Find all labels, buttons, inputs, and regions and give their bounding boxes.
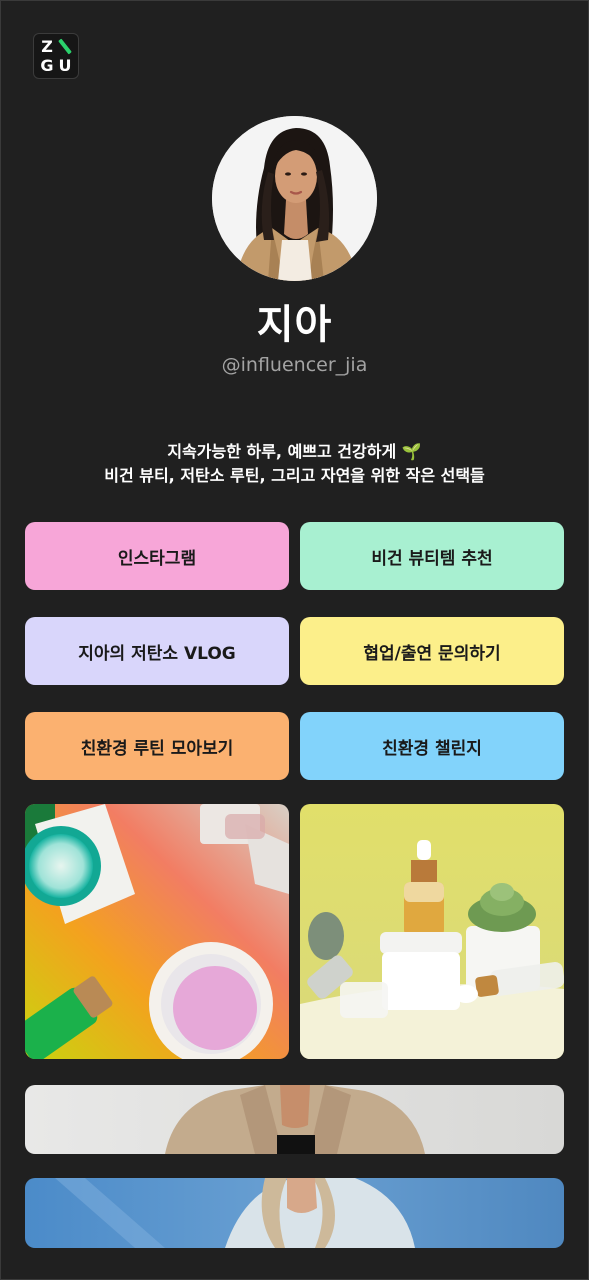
link-vegan-beauty-button[interactable]: 비건 뷰티템 추천	[300, 522, 564, 590]
image-banner-blue[interactable]	[25, 1178, 564, 1248]
image-tile-cosmetics-gradient[interactable]	[25, 804, 289, 1059]
bio-line-1: 지속가능한 하루, 예쁘고 건강하게 🌱	[167, 442, 422, 461]
bio-line-2: 비건 뷰티, 저탄소 루틴, 그리고 자연을 위한 작은 선택들	[104, 466, 485, 485]
link-eco-routine-button[interactable]: 친환경 루틴 모아보기	[25, 712, 289, 780]
logo-letter-u: U	[58, 56, 72, 76]
logo-letter-g: G	[40, 56, 54, 76]
blazer-banner-image	[25, 1085, 564, 1154]
profile-handle: @influencer_jia	[221, 354, 368, 376]
profile-bio: 지속가능한 하루, 예쁘고 건강하게 🌱 비건 뷰티, 저탄소 루틴, 그리고 …	[0, 440, 589, 488]
link-instagram-button[interactable]: 인스타그램	[25, 522, 289, 590]
logo-slash-icon	[58, 38, 72, 55]
avatar-portrait-illustration	[212, 116, 377, 281]
logo-letter-z: Z	[41, 36, 53, 56]
zgu-logo[interactable]: Z G U	[33, 33, 79, 79]
profile-name: 지아	[256, 302, 333, 348]
image-banner-blazer[interactable]	[25, 1085, 564, 1154]
cosmetics-gradient-image	[25, 804, 289, 1059]
blue-banner-image	[25, 1178, 564, 1248]
link-collab-inquiry-button[interactable]: 협업/출연 문의하기	[300, 617, 564, 685]
skincare-bottles-image	[300, 804, 564, 1059]
link-low-carbon-vlog-button[interactable]: 지아의 저탄소 VLOG	[25, 617, 289, 685]
image-tile-skincare-bottles[interactable]	[300, 804, 564, 1059]
profile-avatar	[212, 116, 377, 281]
link-eco-challenge-button[interactable]: 친환경 챌린지	[300, 712, 564, 780]
